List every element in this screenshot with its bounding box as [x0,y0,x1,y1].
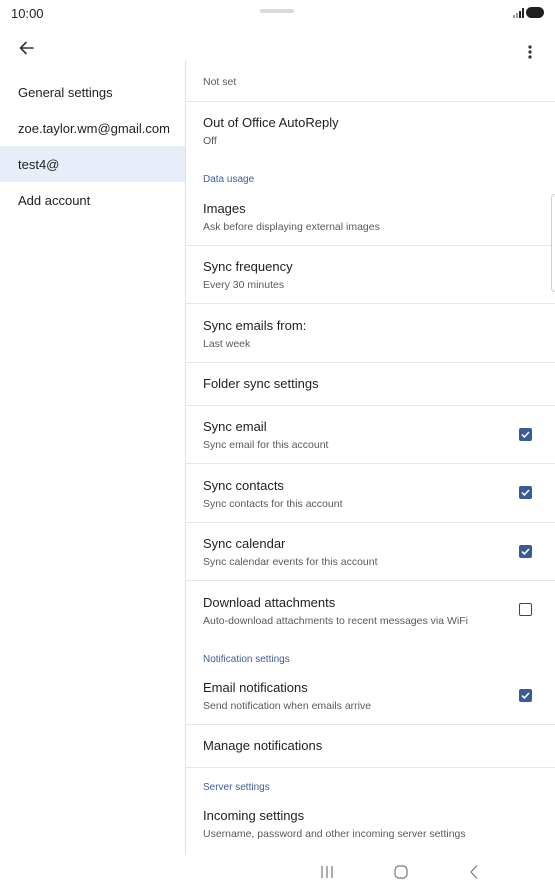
status-time: 10:00 [11,6,44,21]
setting-sync-contacts[interactable]: Sync contacts Sync contacts for this acc… [186,478,555,511]
divider [186,767,555,768]
setting-sync-calendar[interactable]: Sync calendar Sync calendar events for t… [186,536,555,569]
setting-title: Sync email [203,419,267,434]
setting-subtitle: Last week [203,338,251,350]
signal-icon [513,8,524,18]
more-options-button[interactable] [518,34,542,62]
email-notifications-checkbox[interactable] [519,689,532,702]
setting-subtitle: Every 30 minutes [203,279,285,291]
setting-sync-emails-from[interactable]: Sync emails from: Last week [186,318,555,351]
setting-images[interactable]: Images Ask before displaying external im… [186,201,555,234]
divider [186,405,555,406]
setting-out-of-office[interactable]: Out of Office AutoReply Off [186,115,555,148]
section-label-data-usage: Data usage [203,174,255,185]
system-nav-bar [0,856,555,888]
battery-icon [526,7,544,18]
divider [186,724,555,725]
setting-download-attachments[interactable]: Download attachments Auto-download attac… [186,595,555,628]
setting-title: Sync frequency [203,259,293,274]
section-label-notifications: Notification settings [203,654,290,665]
setting-incoming[interactable]: Incoming settings Username, password and… [186,808,555,841]
divider [186,101,555,102]
chevron-left-icon [470,865,478,879]
setting-title: Email notifications [203,680,308,695]
recents-icon [321,866,333,878]
divider [186,580,555,581]
settings-list: Not set Out of Office AutoReply Off Data… [185,60,555,855]
divider [186,463,555,464]
setting-title: Manage notifications [203,738,323,753]
setting-folder-sync[interactable]: Folder sync settings [186,376,555,392]
check-icon [521,548,530,556]
back-nav-button[interactable] [465,862,485,882]
sidebar-item-general-settings[interactable]: General settings [0,74,185,110]
setting-subtitle: Sync contacts for this account [203,498,343,510]
arrow-back-icon [19,41,34,55]
setting-sync-email[interactable]: Sync email Sync email for this account [186,419,555,452]
setting-subtitle: Send notification when emails arrive [203,700,372,712]
setting-title: Incoming settings [203,808,305,823]
setting-title: Sync calendar [203,536,286,551]
divider [186,522,555,523]
divider [186,245,555,246]
sidebar-item-label: test4@ [18,156,60,172]
setting-subtitle: Off [203,135,217,147]
setting-title: Images [203,201,246,216]
check-icon [521,692,530,700]
sidebar-item-zoe-account[interactable]: zoe.taylor.wm@gmail.com [0,110,185,146]
setting-subtitle: Auto-download attachments to recent mess… [203,615,468,627]
setting-subtitle: Username, password and other incoming se… [203,828,466,840]
sync-calendar-checkbox[interactable] [519,545,532,558]
scroll-indicator[interactable] [551,194,555,292]
divider [186,303,555,304]
check-icon [521,431,530,439]
sidebar-item-test4-account[interactable]: test4@ [0,146,185,182]
setting-email-notifications[interactable]: Email notifications Send notification wh… [186,680,555,713]
sync-email-checkbox[interactable] [519,428,532,441]
sidebar-item-label: Add account [18,192,91,208]
sidebar-item-label: zoe.taylor.wm@gmail.com [18,120,170,136]
divider [186,362,555,363]
setting-title: Download attachments [203,595,336,610]
setting-manage-notifications[interactable]: Manage notifications [186,738,555,754]
sidebar-item-label: General settings [18,84,113,100]
home-button[interactable] [391,862,411,882]
more-vert-icon [528,45,532,59]
setting-partial-top[interactable]: Not set [186,60,555,100]
setting-title: Sync contacts [203,478,284,493]
account-sidebar: General settings zoe.taylor.wm@gmail.com… [0,74,185,218]
setting-title: Out of Office AutoReply [203,115,339,130]
setting-title: Folder sync settings [203,376,319,391]
setting-subtitle: Sync calendar events for this account [203,556,378,568]
setting-title: Sync emails from: [203,318,307,333]
setting-sync-frequency[interactable]: Sync frequency Every 30 minutes [186,259,555,292]
setting-subtitle: Not set [203,76,237,88]
drag-handle [260,9,294,13]
setting-subtitle: Sync email for this account [203,439,329,451]
home-icon [394,865,408,879]
section-label-server: Server settings [203,782,270,793]
sidebar-item-add-account[interactable]: Add account [0,182,185,218]
download-attachments-checkbox[interactable] [519,603,532,616]
recents-button[interactable] [317,862,337,882]
check-icon [521,489,530,497]
back-button[interactable] [12,34,42,62]
status-bar: 10:00 [0,0,555,28]
sync-contacts-checkbox[interactable] [519,486,532,499]
setting-subtitle: Ask before displaying external images [203,221,380,233]
